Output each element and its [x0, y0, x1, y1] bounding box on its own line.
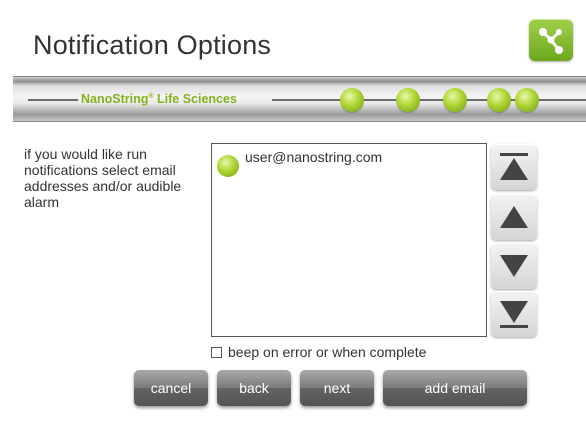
- instructions-text: if you would like run notifications sele…: [24, 146, 182, 210]
- cancel-button[interactable]: cancel: [134, 370, 208, 406]
- scroll-bottom-icon: [500, 301, 528, 328]
- network-icon[interactable]: [529, 19, 573, 61]
- scroll-top-button[interactable]: [491, 144, 537, 190]
- email-list-item[interactable]: user@nanostring.com: [217, 149, 382, 177]
- email-list[interactable]: user@nanostring.com: [211, 143, 487, 337]
- scroll-up-button[interactable]: [491, 194, 537, 240]
- progress-dot-5: [515, 88, 539, 112]
- progress-dot-1: [340, 88, 364, 112]
- scroll-down-icon: [500, 255, 528, 277]
- scroll-up-icon: [500, 206, 528, 228]
- brand-suffix: Life Sciences: [153, 92, 237, 106]
- banner-line-left: [28, 99, 78, 101]
- back-button[interactable]: back: [217, 370, 291, 406]
- email-address: user@nanostring.com: [245, 149, 383, 165]
- brand-label: NanoString® Life Sciences: [81, 92, 237, 106]
- progress-dot-4: [487, 88, 511, 112]
- brand-banner: NanoString® Life Sciences: [13, 76, 586, 122]
- progress-dot-3: [443, 88, 467, 112]
- add-email-button[interactable]: add email: [383, 370, 527, 406]
- scroll-bottom-button[interactable]: [491, 291, 537, 337]
- scroll-top-icon: [500, 153, 528, 180]
- progress-dot-2: [396, 88, 420, 112]
- beep-option[interactable]: beep on error or when complete: [211, 344, 426, 360]
- next-button[interactable]: next: [300, 370, 374, 406]
- scroll-down-button[interactable]: [491, 243, 537, 289]
- page-title: Notification Options: [33, 30, 272, 60]
- brand-name: NanoString: [81, 92, 149, 106]
- selected-bullet-icon: [217, 155, 239, 177]
- beep-label: beep on error or when complete: [228, 344, 427, 360]
- beep-checkbox[interactable]: [211, 346, 222, 358]
